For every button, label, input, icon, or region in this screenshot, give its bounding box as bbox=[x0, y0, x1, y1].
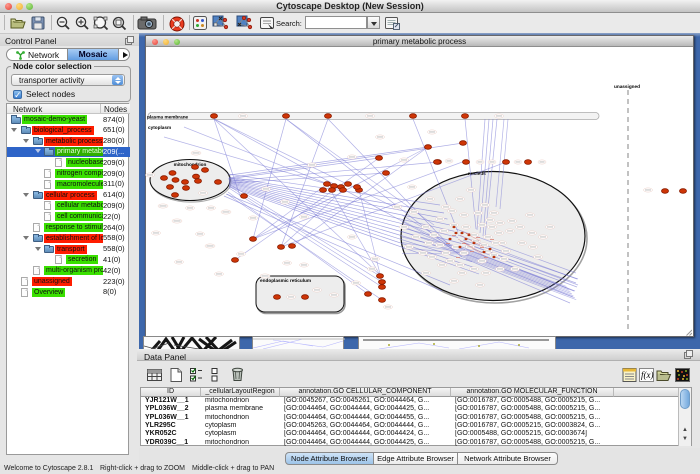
svg-text:mitochondrion: mitochondrion bbox=[174, 162, 207, 167]
svg-text:plasma membrane: plasma membrane bbox=[147, 115, 189, 120]
svg-text:cytoplasm: cytoplasm bbox=[148, 125, 171, 130]
svg-text:unassigned: unassigned bbox=[614, 84, 640, 89]
svg-text:f(x): f(x) bbox=[641, 370, 654, 380]
svg-text:endoplasmic reticulum: endoplasmic reticulum bbox=[260, 278, 311, 283]
